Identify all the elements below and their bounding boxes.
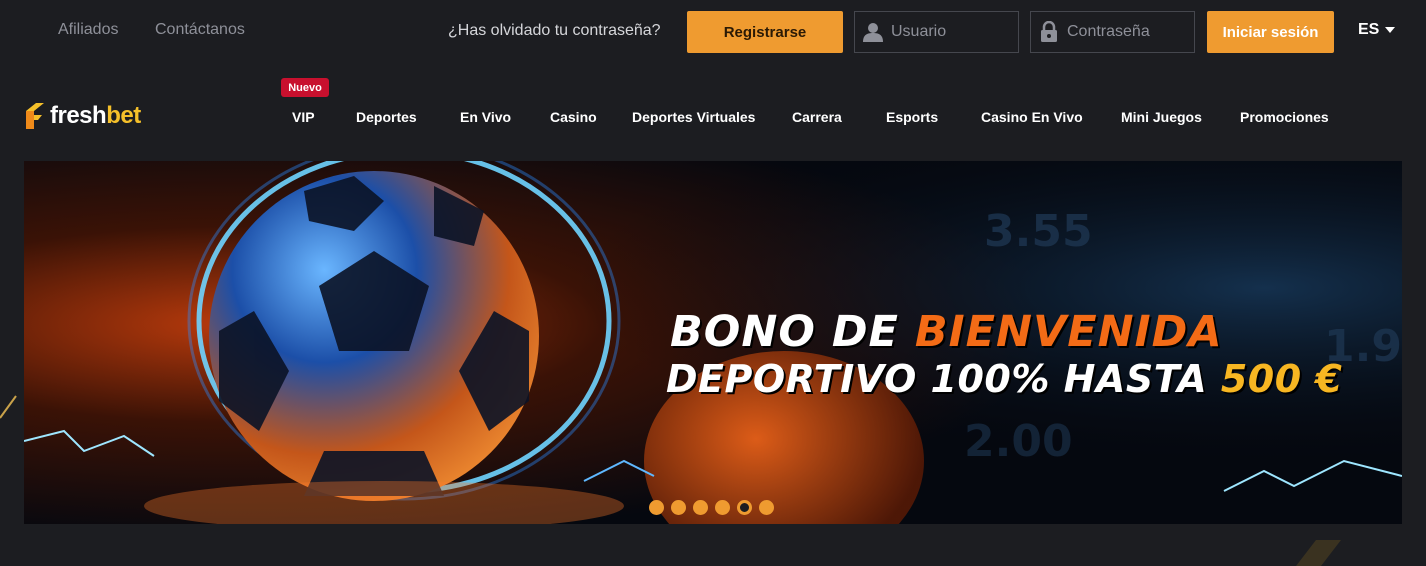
carousel-dot-active[interactable] (737, 500, 752, 515)
username-input[interactable] (891, 23, 1011, 41)
nav-mini-games[interactable]: Mini Juegos (1121, 109, 1202, 125)
contact-link[interactable]: Contáctanos (155, 21, 245, 39)
decorative-line (0, 395, 17, 419)
carousel-dots (649, 500, 774, 515)
chevron-down-icon (1385, 27, 1396, 33)
affiliates-link[interactable]: Afiliados (58, 21, 118, 39)
carousel-dot[interactable] (693, 500, 708, 515)
freshbet-logo[interactable]: freshbet (24, 101, 141, 131)
nav-esports[interactable]: Esports (886, 109, 938, 125)
carousel-dot[interactable] (649, 500, 664, 515)
banner-headline: BONO DE BIENVENIDA DEPORTIVO 100% HASTA … (666, 307, 1342, 399)
carousel-dot[interactable] (671, 500, 686, 515)
logo-icon (26, 103, 44, 129)
language-selector[interactable]: ES (1358, 21, 1396, 39)
decorative-shape (1296, 540, 1341, 566)
nav-sports[interactable]: Deportes (356, 109, 417, 125)
headline-line-1: BONO DE BIENVENIDA (670, 307, 1223, 357)
nav-live-casino[interactable]: Casino En Vivo (981, 109, 1083, 125)
nav-casino[interactable]: Casino (550, 109, 597, 125)
bg-odds-number: 3.55 (984, 206, 1093, 257)
nav-racing[interactable]: Carrera (792, 109, 842, 125)
carousel-dot[interactable] (715, 500, 730, 515)
user-icon (855, 22, 891, 42)
bg-odds-number: 2.00 (964, 416, 1073, 467)
username-field[interactable] (854, 11, 1019, 53)
register-button[interactable]: Registrarse (687, 11, 843, 53)
lock-icon (1031, 21, 1067, 43)
password-field[interactable] (1030, 11, 1195, 53)
language-label: ES (1358, 21, 1380, 38)
carousel-dot[interactable] (759, 500, 774, 515)
nav-vip[interactable]: VIP (292, 109, 315, 125)
login-button[interactable]: Iniciar sesión (1207, 11, 1334, 53)
promo-banner[interactable]: 3.55 1.9 2.00 BONO DE BIENVENIDA DEPORTI… (24, 161, 1402, 524)
logo-text: freshbet (50, 102, 141, 129)
nav-live[interactable]: En Vivo (460, 109, 511, 125)
forgot-password-link[interactable]: ¿Has olvidado tu contraseña? (448, 22, 661, 40)
headline-line-2: DEPORTIVO 100% HASTA 500 € (666, 357, 1343, 401)
password-input[interactable] (1067, 23, 1187, 41)
nav-virtual-sports[interactable]: Deportes Virtuales (632, 109, 755, 125)
nav-promotions[interactable]: Promociones (1240, 109, 1329, 125)
new-badge: Nuevo (281, 78, 329, 97)
top-bar: Afiliados Contáctanos ¿Has olvidado tu c… (0, 0, 1426, 64)
